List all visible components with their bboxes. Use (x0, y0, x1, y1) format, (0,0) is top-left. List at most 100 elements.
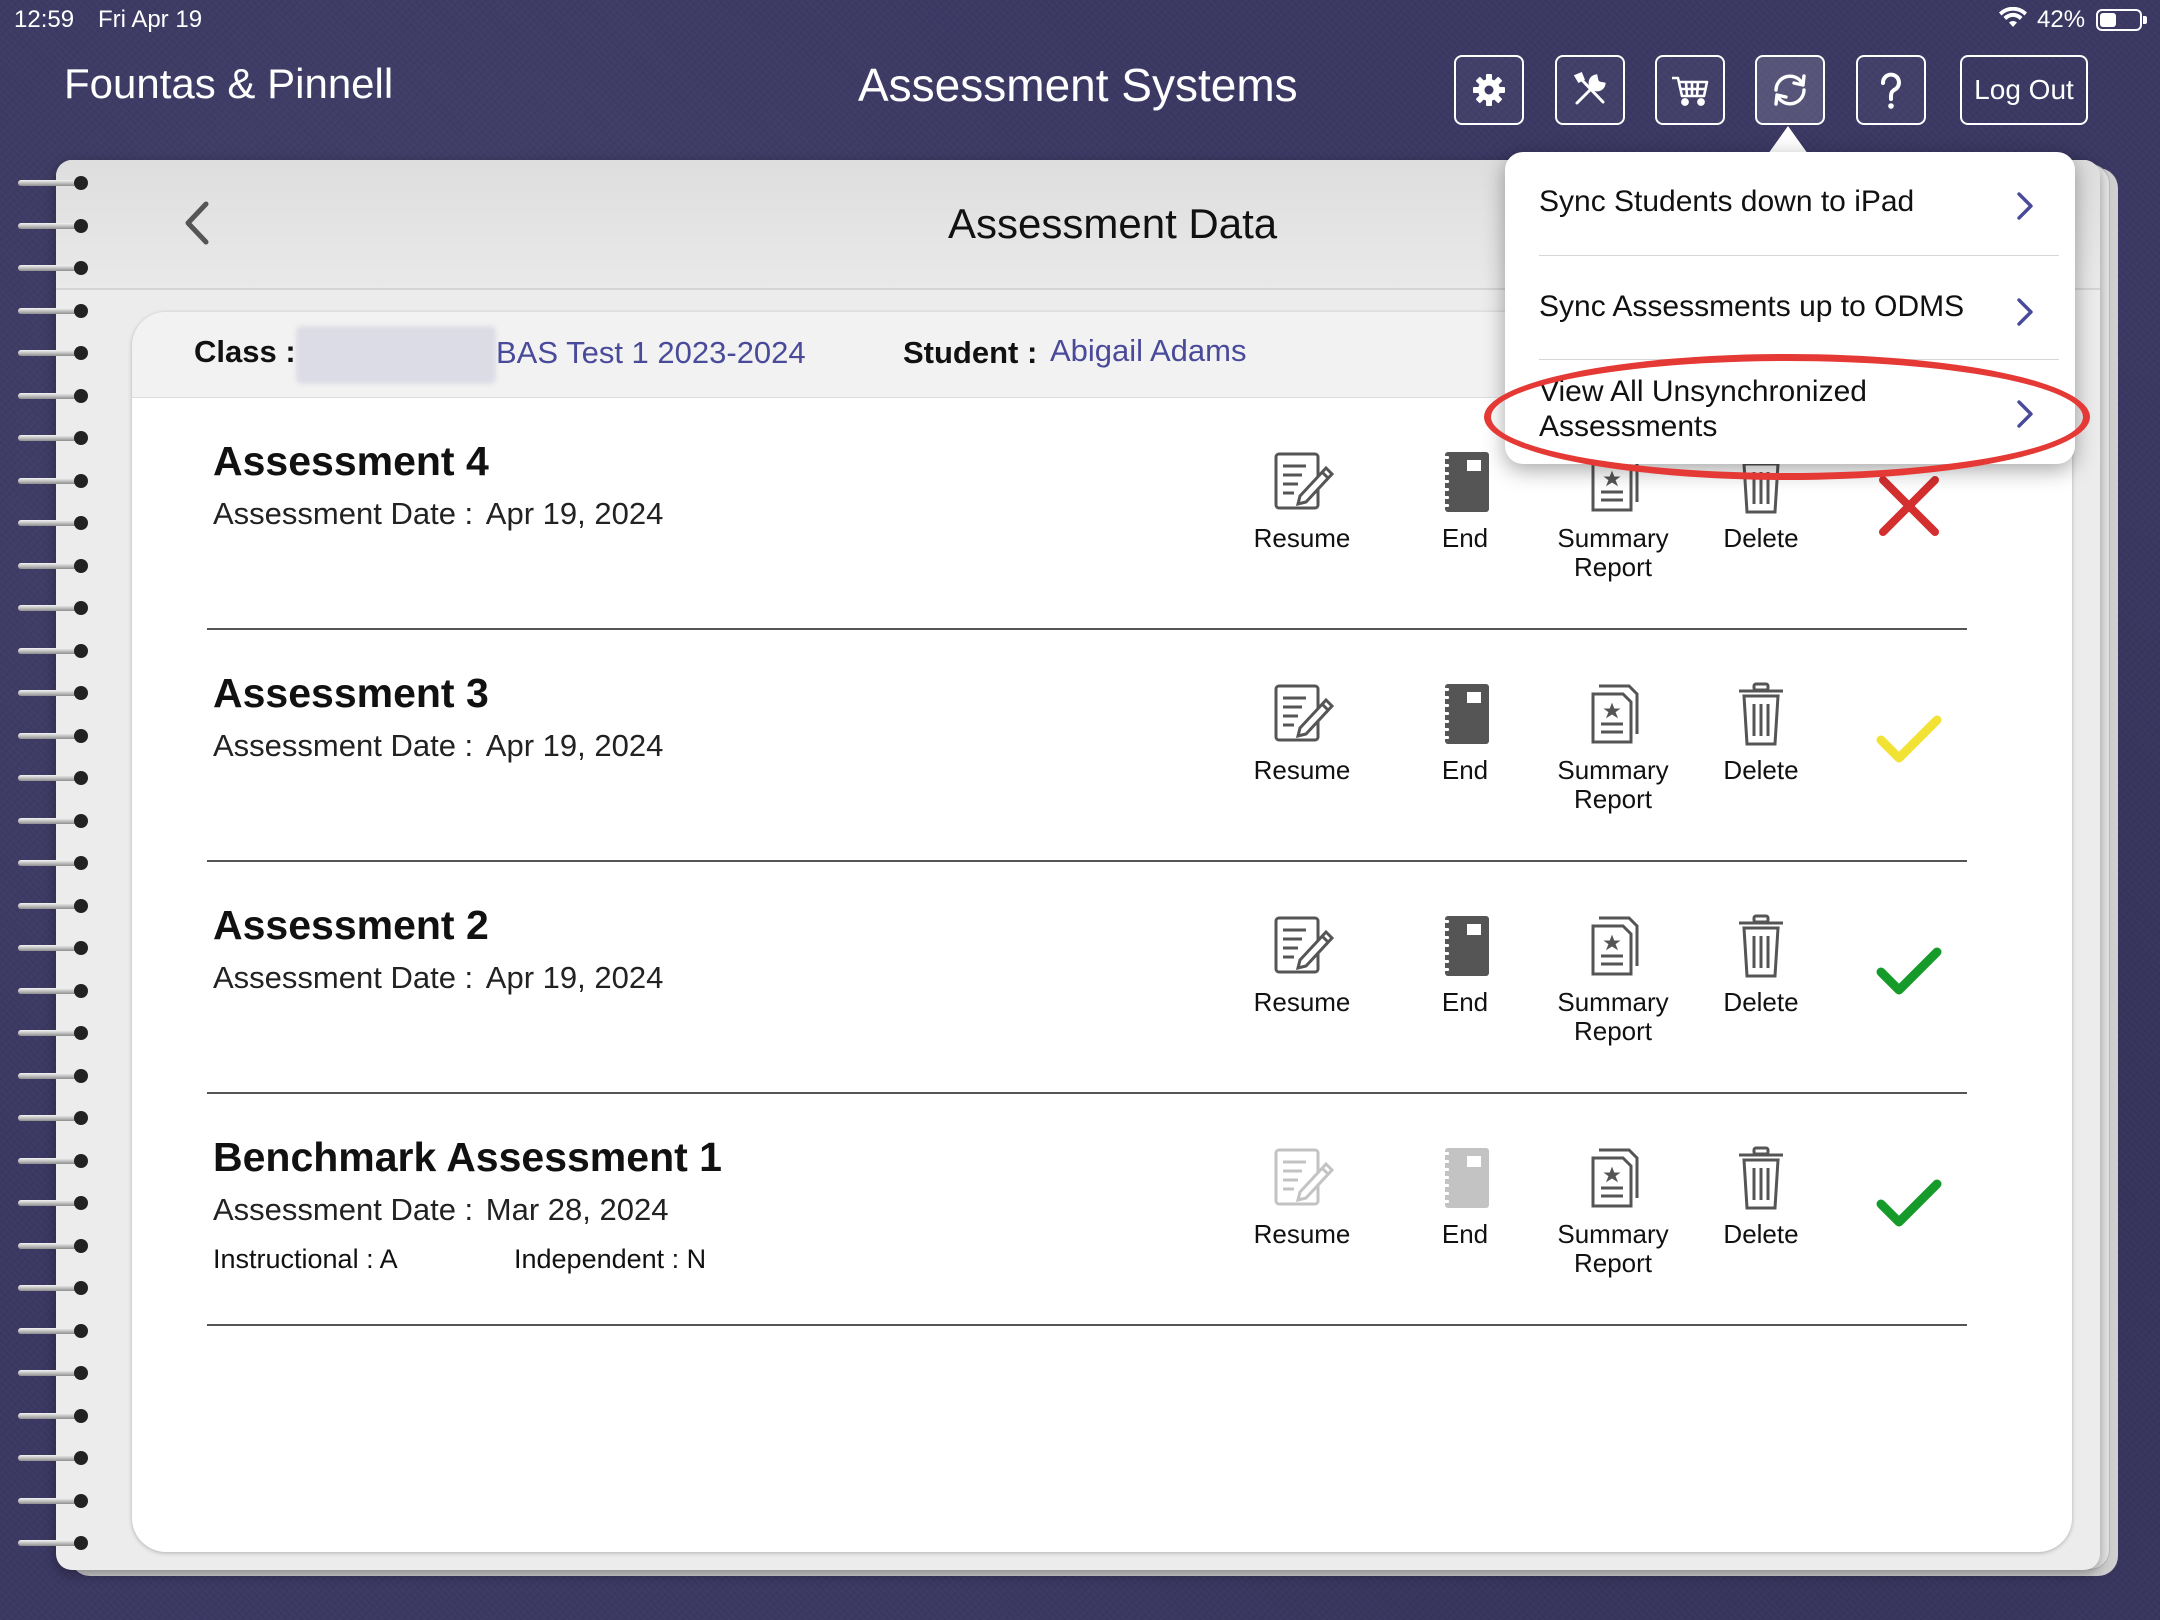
sync-menu: Sync Students down to iPad Sync Assessme… (1505, 152, 2075, 464)
end-label: End (1441, 755, 1489, 785)
spiral-ring (18, 1493, 92, 1508)
end-button[interactable]: End (1400, 1142, 1530, 1249)
spiral-ring (18, 176, 92, 190)
assessment-row: Benchmark Assessment 1 Assessment Date :… (207, 1094, 1967, 1326)
assessment-title: Assessment 3 (213, 670, 489, 716)
delete-button[interactable]: Delete (1696, 910, 1826, 1017)
summary-report-button[interactable]: Summary Report (1548, 910, 1678, 1046)
back-button[interactable] (178, 198, 214, 248)
resume-button[interactable]: Resume (1237, 1142, 1367, 1249)
summary-label: Summary (1557, 987, 1669, 1017)
spiral-ring (18, 601, 92, 615)
resume-button[interactable]: Resume (1237, 446, 1367, 553)
resume-label: Resume (1253, 523, 1351, 553)
instructional-level: Instructional : A (213, 1244, 398, 1274)
spiral-ring (18, 558, 92, 573)
resume-label: Resume (1253, 987, 1351, 1017)
resume-button[interactable]: Resume (1237, 910, 1367, 1017)
delete-label: Delete (1723, 987, 1799, 1017)
spiral-ring (18, 941, 92, 955)
assessment-date-value: Apr 19, 2024 (485, 728, 664, 763)
spiral-ring (18, 813, 92, 828)
assessment-date: Assessment Date : Apr 19, 2024 (213, 960, 663, 996)
summary-report-button[interactable]: Summary Report (1548, 678, 1678, 814)
end-button[interactable]: End (1400, 446, 1530, 553)
delete-button[interactable]: Delete (1696, 1142, 1826, 1249)
spiral-ring (18, 771, 92, 785)
trash-icon (1739, 682, 1783, 746)
notebook-icon (1443, 684, 1489, 744)
sync-button[interactable] (1755, 55, 1825, 125)
trash-icon (1739, 914, 1783, 978)
view-unsynchronized-item[interactable]: View All Unsynchronized Assessments (1539, 360, 2059, 464)
app-title: Assessment Systems (858, 59, 1298, 111)
student-label: Student : (903, 335, 1038, 370)
spiral-binding (18, 176, 98, 1576)
menu-item-label: View All Unsynchronized (1539, 375, 1867, 408)
gear-icon (1473, 74, 1505, 106)
battery-percent: 42% (2037, 6, 2086, 33)
pencil-note-icon (1274, 916, 1335, 974)
end-button[interactable]: End (1400, 910, 1530, 1017)
battery-icon (2096, 9, 2147, 31)
page-title: Assessment Data (948, 200, 1278, 247)
student-value[interactable]: Abigail Adams (1050, 333, 1246, 369)
report-label: Report (1573, 784, 1653, 814)
summary-report-button[interactable]: Summary Report (1548, 1142, 1678, 1278)
wifi-icon (1999, 7, 2027, 27)
notebook-icon (1443, 1148, 1489, 1208)
end-label: End (1441, 523, 1489, 553)
settings-button[interactable] (1454, 55, 1524, 125)
assessment-card: Class : BAS Test 1 2023-2024 Student : A… (132, 312, 2072, 1552)
report-label: Report (1573, 1248, 1653, 1278)
class-value[interactable]: BAS Test 1 2023-2024 (496, 335, 806, 371)
summary-report-button[interactable]: Summary Report (1548, 446, 1678, 582)
report-document-icon (1591, 1148, 1639, 1208)
spiral-ring (18, 1536, 92, 1550)
assessment-row: Assessment 2 Assessment Date : Apr 19, 2… (207, 862, 1967, 1094)
pencil-note-icon (1274, 684, 1335, 742)
resume-button[interactable]: Resume (1237, 678, 1367, 785)
delete-button[interactable]: Delete (1696, 678, 1826, 785)
spiral-ring (18, 473, 92, 488)
logout-button[interactable]: Log Out (1960, 55, 2088, 125)
help-button[interactable] (1856, 55, 1926, 125)
spiral-ring (18, 1408, 92, 1423)
class-label: Class : (194, 334, 296, 369)
end-label: End (1441, 1219, 1489, 1249)
assessment-title: Assessment 4 (213, 438, 489, 484)
chevron-right-icon (2017, 298, 2033, 326)
spiral-ring (18, 388, 92, 403)
synced-check-icon (1876, 1179, 1942, 1227)
sync-assessments-item[interactable]: Sync Assessments up to ODMS (1539, 256, 2059, 360)
pencil-note-icon (1274, 1148, 1335, 1206)
notebook-icon (1443, 452, 1489, 512)
spiral-ring (18, 261, 92, 275)
spiral-ring (18, 346, 92, 360)
spiral-ring (18, 1026, 92, 1040)
resume-label: Resume (1253, 755, 1351, 785)
end-button[interactable]: End (1400, 678, 1530, 785)
tools-button[interactable] (1555, 55, 1625, 125)
assessment-date-label: Assessment Date : (213, 496, 474, 531)
summary-label: Summary (1557, 523, 1669, 553)
assessment-date-label: Assessment Date : (213, 1192, 474, 1227)
trash-icon (1739, 1146, 1783, 1210)
spiral-ring (18, 303, 92, 318)
menu-item-label: Assessments (1539, 410, 1718, 443)
pencil-note-icon (1274, 452, 1335, 510)
independent-level: Independent : N (514, 1244, 707, 1274)
cart-button[interactable] (1655, 55, 1725, 125)
delete-label: Delete (1723, 523, 1799, 553)
spiral-ring (18, 1153, 92, 1168)
sync-students-item[interactable]: Sync Students down to iPad (1539, 152, 2059, 256)
redacted-class-name (296, 326, 496, 384)
assessment-date-label: Assessment Date : (213, 960, 474, 995)
pending-check-icon (1876, 715, 1942, 763)
assessment-date-value: Apr 19, 2024 (485, 960, 664, 995)
resume-label: Resume (1253, 1219, 1351, 1249)
assessment-date-value: Apr 19, 2024 (485, 496, 664, 531)
end-label: End (1441, 987, 1489, 1017)
assessment-title: Assessment 2 (213, 902, 489, 948)
assessment-date: Assessment Date : Apr 19, 2024 (213, 728, 663, 764)
